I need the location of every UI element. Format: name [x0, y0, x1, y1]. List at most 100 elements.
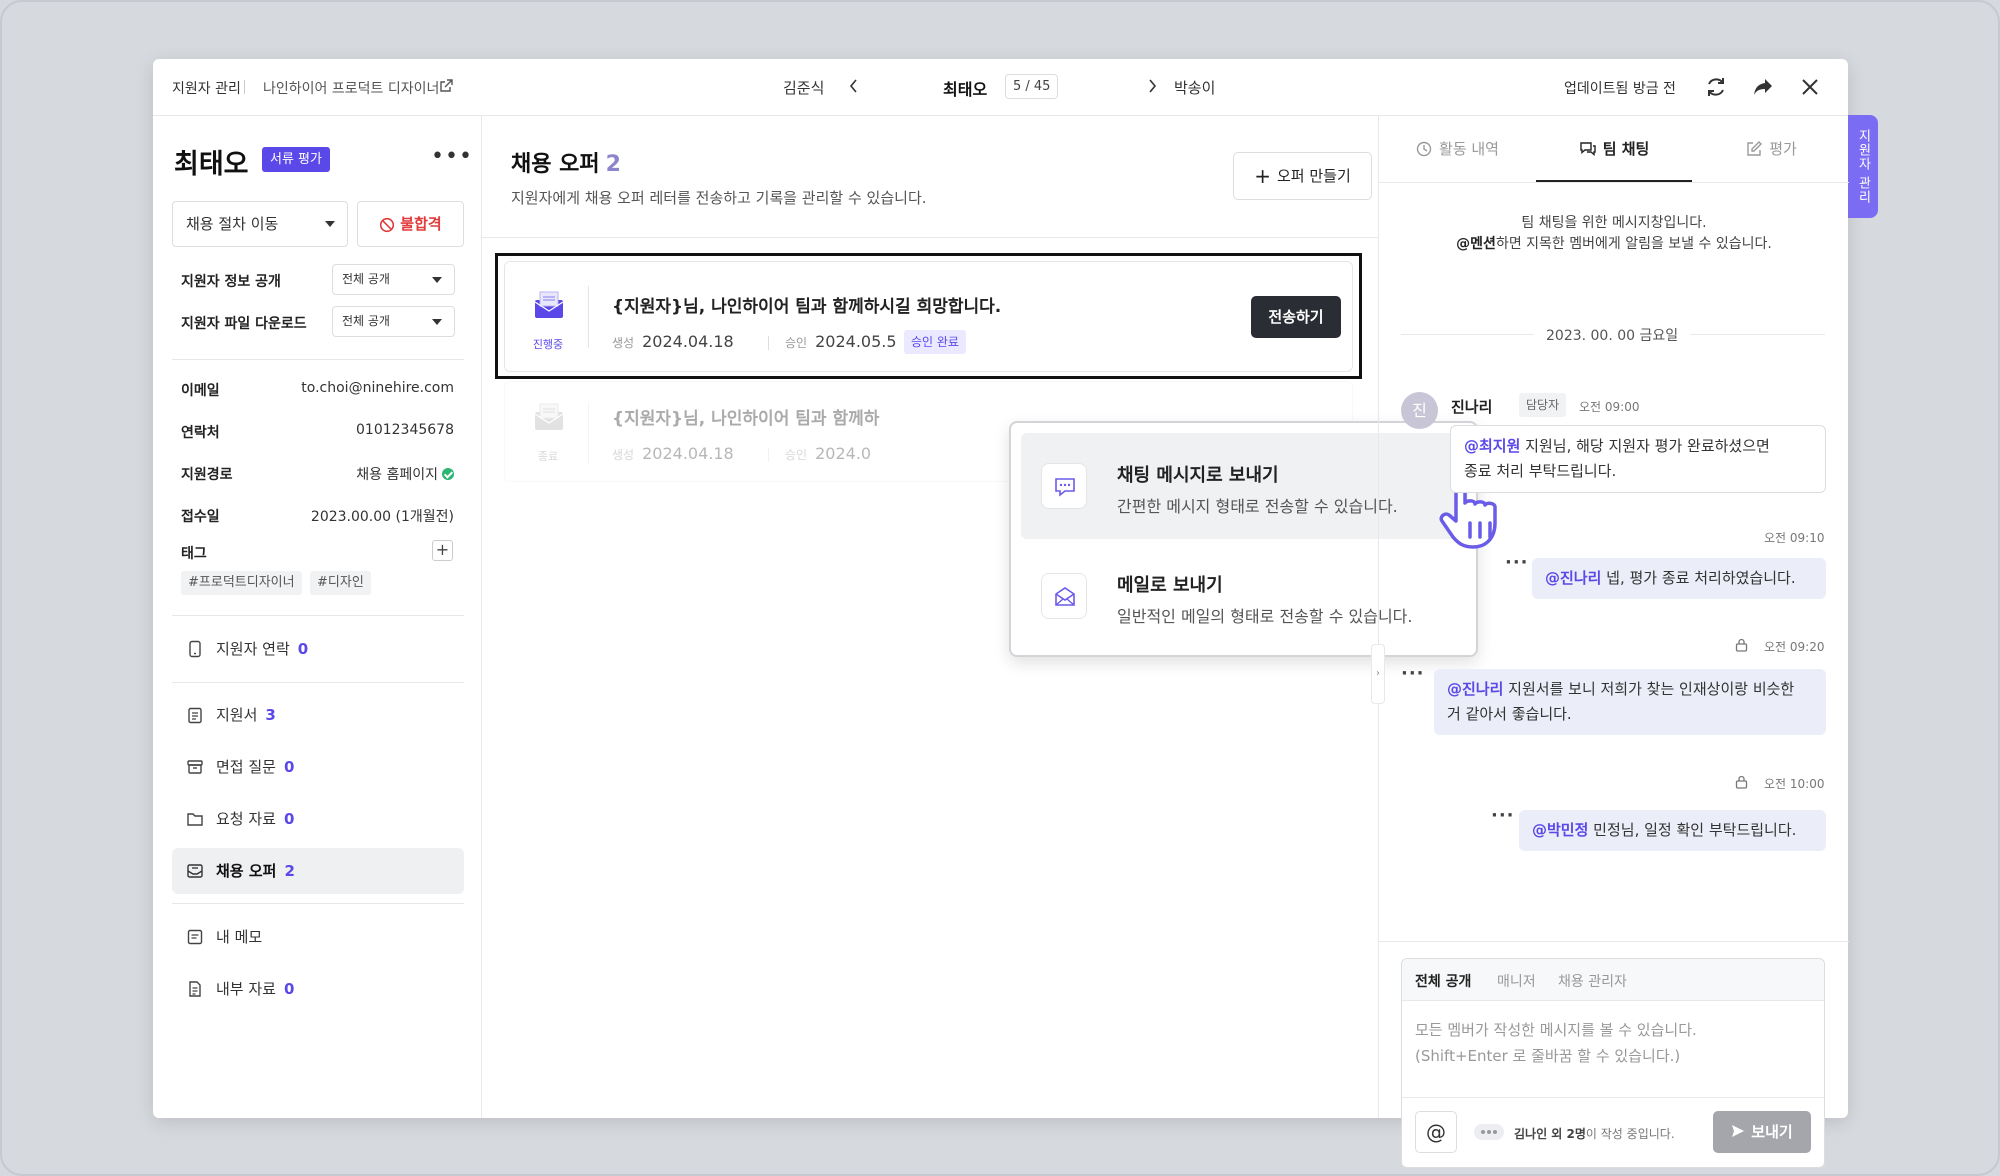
menu-item-application[interactable]: 지원서 3 [172, 692, 464, 738]
clipboard-icon [188, 707, 202, 724]
move-stage-select[interactable]: 채용 절차 이동 [172, 201, 348, 247]
divider [588, 402, 589, 464]
visibility-tab-all[interactable]: 전체 공개 [1415, 971, 1471, 991]
menu-count: 0 [283, 980, 295, 998]
mention[interactable]: @진나리 [1545, 569, 1601, 587]
message-time: 오전 09:10 [1764, 531, 1825, 545]
prev-candidate-name[interactable]: 김준식 [783, 77, 824, 98]
mention[interactable]: @박민정 [1532, 821, 1588, 839]
chat-message[interactable]: @진나리 지원서를 보니 저희가 찾는 인재상이랑 비슷한 거 같아서 좋습니다… [1434, 669, 1826, 735]
menu-item-requested-documents[interactable]: 요청 자료 0 [172, 796, 464, 842]
menu-item-candidate-contact[interactable]: 지원자 연락 0 [172, 626, 464, 672]
offer-status: 진행중 [532, 338, 564, 351]
menu-label: 지원자 연락 [216, 640, 290, 658]
chevron-right-icon[interactable] [1144, 76, 1160, 96]
option-description: 간편한 메시지 형태로 전송할 수 있습니다. [1117, 497, 1398, 516]
menu-label: 내부 자료 [216, 980, 276, 998]
chat-bubbles-icon [1579, 142, 1596, 156]
source-value: 채용 홈페이지 [356, 464, 454, 484]
offer-created: 생성 2024.04.18 [612, 444, 734, 463]
candidate-pager: 5 / 45 [1005, 74, 1059, 99]
file-download-select[interactable]: 전체 공개 [332, 306, 455, 337]
chat-date: 2023. 00. 00 금요일 [1534, 325, 1691, 345]
email-value[interactable]: to.choi@ninehire.com [301, 380, 454, 396]
reject-label: 불합격 [400, 215, 442, 233]
next-candidate-name[interactable]: 박송이 [1174, 77, 1215, 98]
tag-chip[interactable]: #프로덕트디자이너 [181, 571, 302, 595]
menu-item-interview-questions[interactable]: 면접 질문 0 [172, 744, 464, 790]
message-text: 지원님, 해당 지원자 평가 완료하셨으면 [1520, 437, 1770, 455]
tab-evaluation[interactable]: 평가 [1693, 116, 1849, 182]
offer-approved: 승인 2024.0 [785, 444, 871, 463]
folder-icon [187, 813, 203, 826]
send-message-button[interactable]: 보내기 [1713, 1111, 1811, 1153]
tab-activity[interactable]: 활동 내역 [1379, 116, 1535, 182]
message-time: 오전 09:20 [1764, 640, 1825, 654]
document-icon [189, 981, 201, 997]
section-description: 지원자에게 채용 오퍼 레터를 전송하고 기록을 관리할 수 있습니다. [511, 189, 927, 207]
message-more-icon[interactable]: ··· [1491, 805, 1515, 826]
visibility-tab-recruiter[interactable]: 채용 관리자 [1558, 971, 1627, 991]
message-more-icon[interactable]: ··· [1401, 663, 1425, 684]
chat-message[interactable]: @박민정 민정님, 일정 확인 부탁드립니다. [1519, 810, 1826, 851]
send-label: 보내기 [1751, 1123, 1793, 1141]
message-text: 지원서를 보니 저희가 찾는 인재상이랑 비슷한 [1503, 680, 1795, 698]
chat-message[interactable]: @진나리 넵, 평가 종료 처리하였습니다. [1532, 558, 1826, 599]
offer-count: 2 [605, 152, 621, 177]
move-stage-label: 채용 절차 이동 [186, 215, 279, 233]
more-options-icon[interactable]: ••• [431, 144, 473, 169]
email-label: 이메일 [181, 383, 220, 399]
offer-card[interactable]: 진행중 {지원자}님, 나인하이어 팀과 함께하시길 희망합니다. 생성 2024… [504, 261, 1353, 372]
panel-collapse-handle[interactable]: › [1371, 644, 1385, 704]
chat-message[interactable]: @최지원 지원님, 해당 지원자 평가 완료하셨으면 종료 처리 부탁드립니다. [1450, 425, 1826, 493]
refresh-icon[interactable] [1703, 74, 1729, 100]
menu-item-job-offer[interactable]: 채용 오퍼 2 [172, 848, 464, 894]
create-offer-button[interactable]: + 오퍼 만들기 [1233, 152, 1372, 200]
top-bar: 지원자 관리 나인하이어 프로덕트 디자이너 김준식 최태오 5 / 45 박송… [153, 59, 1848, 116]
create-offer-label: 오퍼 만들기 [1276, 167, 1351, 185]
tab-team-chat[interactable]: 팀 채팅 [1536, 116, 1692, 182]
mention-button[interactable]: @ [1415, 1111, 1457, 1153]
divider [588, 286, 589, 348]
caret-down-icon [432, 276, 442, 283]
tag-chip[interactable]: #디자인 [310, 571, 371, 595]
chevron-left-icon[interactable] [846, 76, 862, 96]
typing-names: 김나인 외 2명 [1514, 1127, 1586, 1141]
menu-count: 3 [265, 706, 276, 724]
message-more-icon[interactable]: ··· [1505, 552, 1529, 573]
chat-notice-line1: 팀 채팅을 위한 메시지창입니다. [1521, 215, 1707, 231]
created-date: 2024.04.18 [642, 444, 734, 463]
menu-label: 내 메모 [216, 928, 263, 946]
reject-button[interactable]: 불합격 [357, 201, 464, 247]
approved-date: 2024.05.5 [815, 332, 897, 351]
tab-label: 활동 내역 [1439, 140, 1499, 158]
candidate-management-side-tab[interactable]: 지원자 관리 [1848, 115, 1878, 218]
breadcrumb-section[interactable]: 지원자 관리 [172, 78, 241, 98]
visibility-tab-manager[interactable]: 매니저 [1497, 971, 1536, 991]
info-disclosure-select[interactable]: 전체 공개 [332, 264, 455, 295]
close-icon[interactable] [1797, 74, 1823, 100]
send-offer-button[interactable]: 전송하기 [1251, 296, 1341, 338]
prohibited-icon [380, 217, 395, 232]
placeholder-line1: 모든 멤버가 작성한 메시지를 볼 수 있습니다. [1415, 1021, 1697, 1039]
history-icon [1416, 141, 1432, 157]
caret-down-icon [325, 221, 335, 227]
team-chat-panel: › 활동 내역 팀 채팅 평가 팀 채팅을 위한 메시지창입니다. @멘션하면 … [1371, 116, 1849, 1168]
divider [1402, 1097, 1824, 1098]
external-link-icon[interactable] [438, 78, 454, 94]
share-icon[interactable] [1750, 74, 1776, 100]
mention[interactable]: @진나리 [1447, 680, 1503, 698]
message-text: 민정님, 일정 확인 부탁드립니다. [1588, 821, 1797, 839]
menu-item-my-memo[interactable]: 내 메모 [172, 914, 464, 960]
approved-date: 2024.0 [815, 444, 872, 463]
message-input[interactable]: 모든 멤버가 작성한 메시지를 볼 수 있습니다. (Shift+Enter 로… [1415, 1017, 1697, 1069]
add-tag-button[interactable]: + [432, 540, 453, 561]
notice-text: 하면 지목한 멤버에게 알림을 보낼 수 있습니다. [1495, 236, 1772, 252]
mention[interactable]: @최지원 [1464, 437, 1520, 455]
menu-item-internal-documents[interactable]: 내부 자료 0 [172, 966, 464, 1012]
typing-suffix: 이 작성 중입니다. [1585, 1127, 1675, 1141]
approval-badge: 승인 완료 [904, 330, 966, 354]
breadcrumb-job[interactable]: 나인하이어 프로덕트 디자이너 [263, 78, 439, 98]
divider [172, 682, 464, 683]
menu-label: 면접 질문 [216, 758, 276, 776]
